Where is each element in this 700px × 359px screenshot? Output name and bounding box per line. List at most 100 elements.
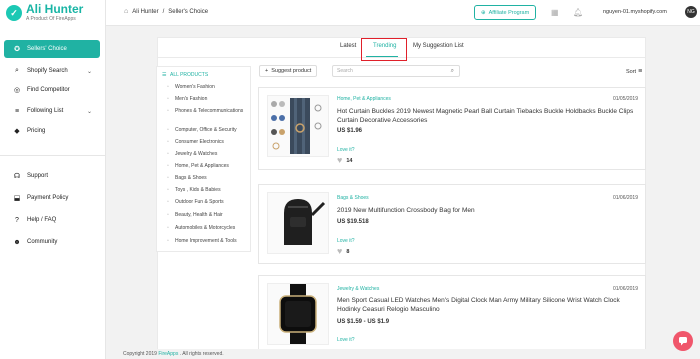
category-icon: ▫ bbox=[167, 151, 169, 157]
sidebar-item-community[interactable]: ☻ Community bbox=[4, 233, 100, 251]
store-name[interactable]: nguyen-01.myshopify.com bbox=[603, 9, 667, 15]
category-label: Computer, Office & Security bbox=[175, 127, 237, 133]
apps-grid-icon[interactable]: ▦ bbox=[551, 8, 559, 17]
category-item[interactable]: ▫ Outdoor Fun & Sports bbox=[167, 199, 224, 205]
sort-label: Sort bbox=[626, 68, 637, 75]
suggest-product-button[interactable]: + Suggest product bbox=[259, 65, 318, 77]
category-item[interactable]: ▫ Women's Fashion bbox=[167, 84, 215, 90]
category-label: Men's Fashion bbox=[175, 96, 208, 102]
category-item[interactable]: ▫ Computer, Office & Security bbox=[167, 127, 237, 133]
product-card[interactable]: Home, Pet & Appliances 01/05/2019 Hot Cu… bbox=[258, 87, 646, 170]
affiliate-program-button[interactable]: ⊕ Affiliate Program bbox=[474, 5, 537, 20]
category-item[interactable]: ▫ Toys , Kids & Babies bbox=[167, 187, 221, 193]
tag-icon: ◆ bbox=[14, 128, 20, 135]
product-date: 01/06/2019 bbox=[612, 195, 638, 201]
category-icon: ▫ bbox=[167, 238, 169, 244]
category-item[interactable]: ▫ Men's Fashion bbox=[167, 96, 207, 102]
sidebar-item-sellers-choice[interactable]: ✪ Sellers' Choice bbox=[4, 40, 100, 58]
category-item[interactable]: ▫ Home Improvement & Tools bbox=[167, 238, 237, 244]
product-title[interactable]: Men Sport Casual LED Watches Men's Digit… bbox=[337, 297, 637, 314]
like-button[interactable]: ♥ 14 bbox=[337, 156, 352, 165]
sidebar-item-following-list[interactable]: ≡ Following List ⌄ bbox=[4, 102, 100, 120]
product-category[interactable]: Jewelry & Watches bbox=[337, 286, 379, 292]
category-icon: ▫ bbox=[167, 175, 169, 181]
category-item[interactable]: ▫ Automobiles & Motorcycles bbox=[167, 225, 235, 231]
curtain-tiebacks-image bbox=[271, 98, 322, 154]
sidebar-item-support[interactable]: ☊ Support bbox=[4, 167, 100, 185]
headset-icon: ☊ bbox=[13, 173, 21, 180]
sidebar-item-label: Find Competitor bbox=[27, 87, 70, 93]
category-item-all-products[interactable]: ☰ ALL PRODUCTS bbox=[162, 72, 208, 78]
category-label: Beauty, Health & Hair bbox=[175, 212, 223, 218]
led-watch-image bbox=[279, 284, 317, 344]
chevron-down-icon: ⌄ bbox=[86, 68, 92, 75]
product-price: US $19.518 bbox=[337, 219, 369, 225]
sidebar-item-label: Support bbox=[27, 173, 49, 179]
category-label: Toys , Kids & Babies bbox=[175, 187, 221, 193]
category-icon: ▫ bbox=[167, 127, 169, 133]
footer-link[interactable]: FireApps bbox=[158, 351, 178, 357]
product-date: 01/06/2019 bbox=[612, 286, 638, 292]
tab-latest[interactable]: Latest bbox=[340, 43, 356, 49]
product-category[interactable]: Home, Pet & Appliances bbox=[337, 96, 391, 102]
product-category[interactable]: Bags & Shoes bbox=[337, 195, 369, 201]
product-card[interactable]: Jewelry & Watches 01/06/2019 Men Sport C… bbox=[258, 275, 646, 351]
category-label: Outdoor Fun & Sports bbox=[175, 199, 224, 205]
product-price: US $1.59 - US $1.9 bbox=[337, 319, 390, 325]
product-title[interactable]: 2019 New Multifunction Crossbody Bag for… bbox=[337, 207, 637, 216]
category-label: Phones & Telecommunications bbox=[175, 108, 244, 114]
product-date: 01/05/2019 bbox=[612, 96, 638, 102]
list-icon: ☰ bbox=[162, 72, 167, 78]
category-item[interactable]: ▫ Phones & Telecommunications bbox=[167, 108, 245, 114]
search-input[interactable]: Search ⌕ bbox=[332, 65, 460, 77]
product-price: US $1.96 bbox=[337, 128, 363, 134]
like-button[interactable]: ♥ 8 bbox=[337, 247, 349, 256]
product-title[interactable]: Hot Curtain Buckles 2019 Newest Magnetic… bbox=[337, 108, 637, 125]
product-image[interactable] bbox=[267, 283, 329, 345]
highlight-box bbox=[361, 38, 407, 61]
product-image[interactable] bbox=[267, 95, 329, 157]
product-card[interactable]: Bags & Shoes 01/06/2019 2019 New Multifu… bbox=[258, 184, 646, 264]
category-item[interactable]: ▫ Jewelry & Watches bbox=[167, 151, 217, 157]
category-item[interactable]: ▫ Consumer Electronics bbox=[167, 139, 224, 145]
crossbody-bag-image bbox=[284, 199, 326, 245]
category-label: Automobiles & Motorcycles bbox=[175, 225, 236, 231]
affiliate-label: Affiliate Program bbox=[488, 9, 530, 16]
love-it-label: Love it? bbox=[337, 238, 355, 244]
app-name: Ali Hunter bbox=[26, 2, 84, 16]
affiliate-icon: ⊕ bbox=[481, 9, 486, 16]
plus-icon: + bbox=[265, 68, 269, 74]
search-icon[interactable]: ⌕ bbox=[451, 68, 454, 75]
sort-icon: ≡ bbox=[638, 68, 643, 75]
sidebar-item-help-faq[interactable]: ? Help / FAQ bbox=[4, 211, 100, 229]
category-icon: ▫ bbox=[167, 199, 169, 205]
sidebar-item-payment-policy[interactable]: ⬓ Payment Policy bbox=[4, 189, 100, 207]
love-it-label: Love it? bbox=[337, 147, 355, 153]
category-item[interactable]: ▫ Bags & Shoes bbox=[167, 175, 207, 181]
suggest-product-label: Suggest product bbox=[271, 68, 312, 74]
payment-icon: ⬓ bbox=[13, 195, 21, 202]
chat-button[interactable] bbox=[673, 331, 693, 351]
logo[interactable]: ✓ Ali Hunter A Product Of FireApps bbox=[6, 3, 83, 22]
avatar[interactable]: NG bbox=[685, 6, 697, 18]
sidebar-item-label: Pricing bbox=[27, 128, 46, 134]
category-icon: ▫ bbox=[167, 108, 169, 114]
product-image[interactable] bbox=[267, 192, 329, 254]
category-label: Jewelry & Watches bbox=[175, 151, 218, 157]
sidebar-item-pricing[interactable]: ◆ Pricing bbox=[4, 122, 100, 140]
breadcrumb: ⌂ Ali Hunter / Seller's Choice bbox=[124, 8, 208, 15]
love-it-label: Love it? bbox=[337, 337, 355, 343]
heart-icon: ♥ bbox=[337, 155, 343, 165]
tab-my-suggestion-list[interactable]: My Suggestion List bbox=[413, 43, 464, 49]
category-item[interactable]: ▫ Beauty, Health & Hair bbox=[167, 212, 223, 218]
sort-button[interactable]: Sort ≡ bbox=[626, 68, 642, 75]
sidebar-item-label: Help / FAQ bbox=[27, 217, 57, 223]
breadcrumb-item[interactable]: Ali Hunter bbox=[132, 9, 158, 15]
category-label: Home Improvement & Tools bbox=[175, 238, 237, 244]
home-icon[interactable]: ⌂ bbox=[124, 8, 128, 15]
sidebar-item-find-competitor[interactable]: ◎ Find Competitor bbox=[4, 81, 100, 99]
copyright-suffix: . All rights reserved. bbox=[179, 351, 224, 357]
bell-icon[interactable]: 🔔︎ bbox=[573, 8, 583, 17]
sidebar-item-shopify-search[interactable]: ⌕ Shopify Search ⌄ bbox=[4, 62, 100, 80]
category-item[interactable]: ▫ Home, Pet & Appliances bbox=[167, 163, 229, 169]
